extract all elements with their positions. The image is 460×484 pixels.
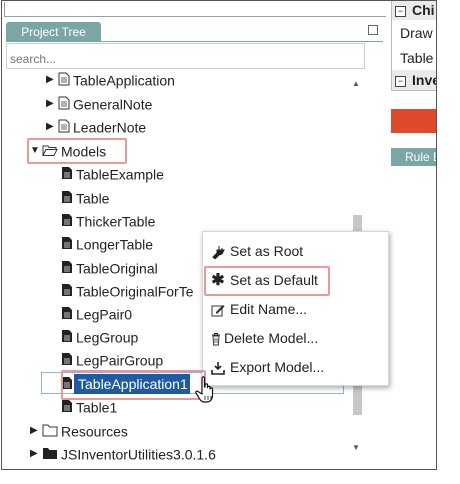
model-file-icon (62, 400, 72, 413)
context-menu: Set as Root ✱ Set as Default Edit Name...… (202, 231, 389, 386)
tree-node-label: LongerTable (76, 236, 154, 253)
tree-node-generalnote[interactable]: ▶ GeneralNote (46, 93, 152, 113)
menu-item-label: Set as Root (230, 243, 304, 259)
model-file-icon (62, 214, 72, 227)
menu-item-set-as-root[interactable]: Set as Root (211, 240, 303, 262)
tab-project-tree[interactable]: Project Tree (6, 22, 101, 42)
menu-item-label: Set as Default (230, 272, 318, 288)
export-icon (211, 362, 225, 376)
top-panel-edge (4, 2, 386, 17)
tree-node-label: Table (76, 190, 110, 207)
tree-node-model[interactable]: TableOriginalForTe (59, 280, 194, 300)
tree-node-label: TableOriginal (76, 260, 158, 277)
model-file-icon (62, 237, 72, 250)
selected-node-label[interactable]: TableApplication1 (74, 374, 190, 394)
document-icon (58, 119, 70, 133)
menu-item-export-model[interactable]: Export Model... (211, 356, 324, 378)
expand-arrow-icon[interactable]: ▶ (46, 117, 56, 137)
tree-node-model[interactable]: LongerTable (59, 233, 153, 253)
hand-cursor-icon (195, 376, 214, 403)
menu-item-label: Edit Name... (230, 301, 308, 317)
tree-node-leadernote[interactable]: ▶ LeaderNote (46, 116, 146, 136)
child-row[interactable]: Table (400, 50, 433, 66)
tree-node-model[interactable]: LegPair0 (59, 303, 132, 323)
edit-icon (211, 305, 225, 317)
rule-panel-header[interactable]: Rule E (391, 148, 436, 166)
panel-restore-icon[interactable] (368, 25, 378, 35)
menu-item-delete-model[interactable]: Delete Model... (211, 327, 318, 349)
menu-item-edit-name[interactable]: Edit Name... (211, 298, 307, 320)
inventor-section-header[interactable]: −Inve (392, 70, 436, 90)
model-file-icon (62, 307, 72, 320)
tree-node-model[interactable]: LegPairGroup (59, 349, 163, 369)
folder-filled-icon (43, 448, 57, 460)
menu-item-set-as-default[interactable]: ✱ Set as Default (211, 269, 318, 291)
properties-panel: −Chi Draw Table −Inve Rule E (389, 1, 436, 461)
scroll-up-icon[interactable]: ▲ (352, 79, 360, 88)
folder-open-icon (42, 145, 58, 157)
tree-node-label: LegGroup (76, 329, 139, 346)
tree-node-models[interactable]: ▼ Models (30, 140, 106, 160)
tree-node-label: JSInventorUtilities3.0.1.6 (61, 446, 216, 462)
collapse-icon[interactable]: − (395, 75, 406, 87)
model-file-icon (62, 353, 72, 366)
tree-node-label: ThickerTable (76, 213, 156, 230)
tree-node-model[interactable]: TableOriginal (59, 257, 158, 277)
document-icon (58, 72, 70, 86)
expand-arrow-icon[interactable]: ▶ (30, 421, 40, 441)
collapse-arrow-icon[interactable]: ▼ (30, 141, 40, 161)
folder-icon (42, 424, 58, 437)
menu-item-label: Delete Model... (224, 330, 319, 346)
tab-underline (6, 41, 383, 42)
tree-node-model[interactable]: LegGroup (59, 326, 138, 346)
tree-node-label: GeneralNote (73, 96, 153, 113)
model-file-icon (62, 330, 72, 343)
model-file-icon (62, 261, 72, 274)
tree-node-model[interactable]: ThickerTable (59, 210, 155, 230)
search-input[interactable] (6, 43, 365, 69)
tree-node-label: Table1 (76, 399, 118, 416)
tree-node-label: LegPairGroup (76, 352, 164, 369)
child-section-header[interactable]: − Chi (392, 1, 436, 20)
app-window: Project Tree ▶ TableApplication ▶ GeneralN… (1, 0, 437, 470)
tree-node-model[interactable]: Table (59, 187, 109, 207)
trash-icon (212, 333, 220, 346)
child-row[interactable]: Draw (400, 25, 433, 41)
document-icon (58, 96, 70, 110)
tree-node-resources[interactable]: ▶ Resources (30, 420, 128, 440)
asterisk-icon: ✱ (211, 272, 225, 290)
model-file-icon (62, 191, 72, 204)
plug-icon (212, 246, 225, 260)
tree-node-model[interactable]: TableExample (59, 163, 164, 183)
expand-arrow-icon[interactable]: ▶ (30, 444, 40, 462)
tree-node-label: Models (61, 143, 107, 160)
menu-item-label: Export Model... (230, 359, 325, 375)
child-section: −Chi Draw Table −Inve (391, 1, 436, 91)
expand-arrow-icon[interactable]: ▶ (46, 94, 56, 114)
model-file-icon (62, 167, 72, 180)
tree-node-model[interactable]: Table1 (59, 396, 117, 416)
tree-node-tableapplication[interactable]: ▶ TableApplication (46, 70, 175, 89)
tree-node-label: TableApplication (73, 72, 175, 89)
tree-node-label: Resources (61, 423, 128, 440)
action-button[interactable] (391, 109, 436, 133)
tree-node-label: TableOriginalForTe (76, 283, 194, 300)
tree-node-label: LeaderNote (73, 119, 147, 136)
collapse-icon[interactable]: − (395, 5, 406, 17)
tree-node-library[interactable]: ▶ JSInventorUtilities3.0.1.6 (30, 443, 216, 462)
tree-node-label: TableExample (76, 166, 164, 183)
scroll-down-icon[interactable]: ▼ (352, 443, 360, 452)
expand-arrow-icon[interactable]: ▶ (46, 70, 56, 90)
model-file-icon (62, 284, 72, 297)
tree-node-label: LegPair0 (76, 306, 133, 323)
